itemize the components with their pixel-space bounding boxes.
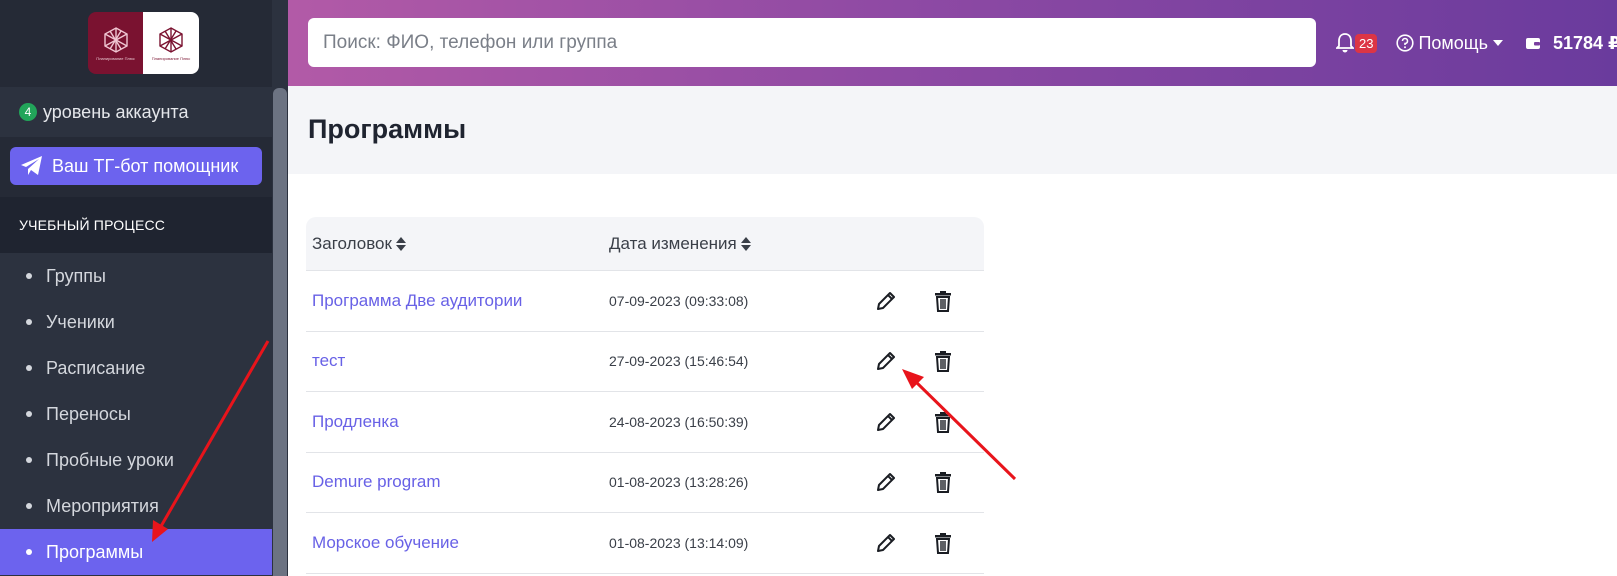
- row-actions: [869, 286, 958, 316]
- delete-button[interactable]: [928, 346, 958, 376]
- sidebar-item-label: Пробные уроки: [46, 449, 174, 470]
- account-level: 4 уровень аккаунта: [0, 87, 272, 137]
- edit-button[interactable]: [871, 467, 901, 497]
- table-row: тест 27-09-2023 (15:46:54): [306, 332, 984, 392]
- row-actions: [869, 346, 958, 376]
- row-actions: [869, 528, 958, 558]
- pencil-icon: [877, 533, 895, 552]
- page-title: Программы: [308, 114, 467, 144]
- sort-icon: [395, 236, 406, 251]
- sidebar-scrollbar-thumb[interactable]: [273, 88, 287, 576]
- table-row: Программа Две аудитории 07-09-2023 (09:3…: [306, 271, 984, 332]
- column-header-date[interactable]: Дата изменения: [609, 234, 869, 254]
- logo-mark-light: Планирование Плюс: [143, 12, 199, 74]
- pencil-icon: [877, 473, 895, 492]
- trash-icon: [935, 532, 951, 554]
- tg-bot-label: Ваш ТГ-бот помощник: [52, 155, 239, 176]
- trash-icon: [935, 290, 951, 312]
- help-circle-icon: [1396, 34, 1415, 52]
- sidebar-item-label: Мероприятия: [46, 495, 159, 516]
- wallet-icon: [1526, 38, 1540, 49]
- bullet: [26, 503, 32, 509]
- edit-button[interactable]: [871, 286, 901, 316]
- notifications-button[interactable]: 23: [1336, 33, 1378, 53]
- bullet: [26, 411, 32, 417]
- delete-button[interactable]: [928, 286, 958, 316]
- program-title-link[interactable]: Морское обучение: [306, 533, 609, 553]
- delete-button[interactable]: [928, 407, 958, 437]
- logo[interactable]: Планирование Плюс Планирование Плюс: [88, 12, 199, 74]
- column-header-label: Заголовок: [312, 233, 392, 253]
- sidebar-item-trial-lessons[interactable]: Пробные уроки: [0, 437, 272, 483]
- row-actions: [869, 467, 958, 497]
- bullet: [26, 549, 32, 555]
- pencil-icon: [877, 412, 895, 431]
- bell-icon: [1336, 33, 1354, 53]
- edit-button[interactable]: [871, 528, 901, 558]
- program-title-link[interactable]: Demure program: [306, 472, 609, 492]
- balance-amount: 51784 ₽: [1553, 32, 1617, 53]
- programs-table: Заголовок Дата изменения Программа Две а…: [306, 217, 984, 574]
- sidebar-item-label: Группы: [46, 265, 106, 286]
- table-row: Морское обучение 01-08-2023 (13:14:09): [306, 513, 984, 574]
- help-label: Помощь: [1418, 32, 1488, 53]
- sidebar-item-transfers[interactable]: Переносы: [0, 391, 272, 437]
- sidebar-item-students[interactable]: Ученики: [0, 299, 272, 345]
- sidebar: Планирование Плюс Планирование Плюс 4 ур: [0, 0, 288, 576]
- search-input[interactable]: [308, 18, 1316, 67]
- sidebar-item-label: Программы: [46, 541, 144, 562]
- program-title-link[interactable]: Программа Две аудитории: [306, 291, 609, 311]
- modified-date: 27-09-2023 (15:46:54): [609, 353, 749, 370]
- modified-date: 01-08-2023 (13:28:26): [609, 474, 749, 491]
- pencil-icon: [877, 352, 895, 371]
- sidebar-item-label: Расписание: [46, 357, 146, 378]
- sidebar-item-schedule[interactable]: Расписание: [0, 345, 272, 391]
- sidebar-item-events[interactable]: Мероприятия: [0, 483, 272, 529]
- sidebar-item-label: Переносы: [46, 403, 131, 424]
- bullet: [26, 273, 32, 279]
- sidebar-item-groups[interactable]: Группы: [0, 253, 272, 299]
- trash-icon: [935, 472, 951, 494]
- modified-date: 07-09-2023 (09:33:08): [609, 292, 749, 309]
- sidebar-item-label: Ученики: [46, 311, 115, 332]
- tg-bot-button[interactable]: Ваш ТГ-бот помощник: [10, 147, 262, 185]
- table-row: Demure program 01-08-2023 (13:28:26): [306, 453, 984, 513]
- chevron-down-icon: [1493, 40, 1503, 46]
- column-header-label: Дата изменения: [609, 233, 737, 253]
- modified-date: 01-08-2023 (13:14:09): [609, 534, 749, 551]
- notifications-badge: 23: [1355, 33, 1378, 53]
- tg-bot-wrapper: Ваш ТГ-бот помощник: [0, 137, 272, 197]
- topbar-actions: 23 Помощь 51784 ₽: [1336, 28, 1617, 58]
- topbar: 23 Помощь 51784 ₽: [288, 0, 1617, 86]
- program-title-link[interactable]: Продленка: [306, 412, 609, 432]
- bullet: [26, 319, 32, 325]
- logo-area: Планирование Плюс Планирование Плюс: [0, 0, 272, 87]
- delete-button[interactable]: [928, 467, 958, 497]
- page-header: Программы: [288, 86, 1617, 174]
- bullet: [26, 365, 32, 371]
- bullet: [26, 457, 32, 463]
- modified-date: 24-08-2023 (16:50:39): [609, 413, 749, 430]
- section-title: УЧЕБНЫЙ ПРОЦЕСС: [0, 197, 272, 253]
- program-title-link[interactable]: тест: [306, 351, 609, 371]
- table-row: Продленка 24-08-2023 (16:50:39): [306, 392, 984, 453]
- trash-icon: [935, 351, 951, 373]
- sidebar-content: Планирование Плюс Планирование Плюс 4 ур: [0, 0, 272, 576]
- help-dropdown[interactable]: Помощь: [1396, 33, 1503, 54]
- balance[interactable]: 51784 ₽: [1525, 33, 1617, 54]
- edit-button[interactable]: [871, 346, 901, 376]
- pencil-icon: [877, 291, 895, 310]
- sort-icon: [740, 236, 751, 251]
- logo-mark-dark: Планирование Плюс: [88, 12, 143, 74]
- edit-button[interactable]: [871, 407, 901, 437]
- account-level-badge: 4: [19, 103, 37, 121]
- column-header-title[interactable]: Заголовок: [306, 234, 609, 254]
- row-actions: [869, 407, 958, 437]
- telegram-icon: [21, 156, 42, 175]
- table-header: Заголовок Дата изменения: [306, 217, 984, 271]
- trash-icon: [935, 411, 951, 433]
- sidebar-item-programs[interactable]: Программы: [0, 529, 272, 575]
- delete-button[interactable]: [928, 528, 958, 558]
- account-level-text: уровень аккаунта: [43, 101, 189, 122]
